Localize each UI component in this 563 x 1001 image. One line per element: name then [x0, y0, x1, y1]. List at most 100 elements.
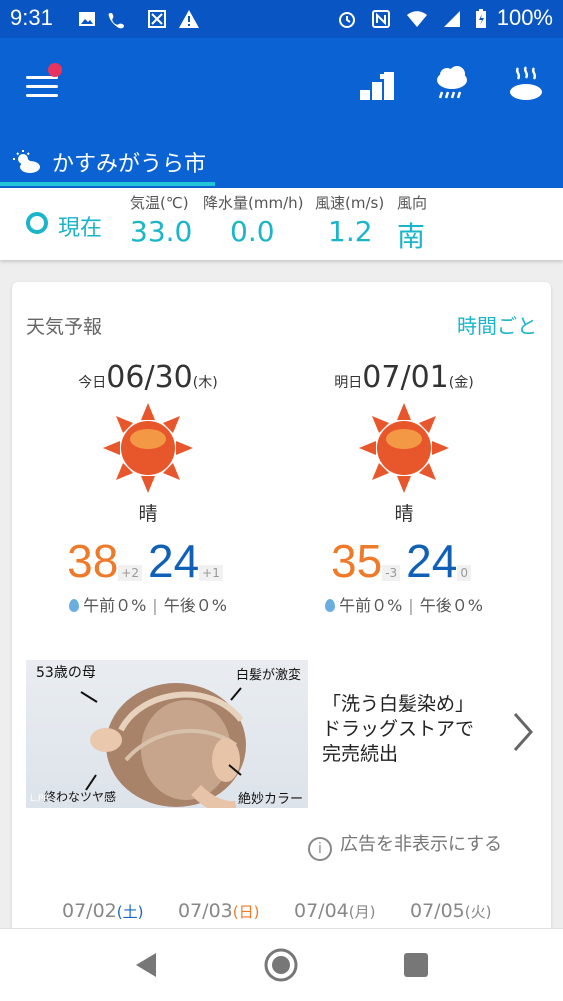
low-temp-diff: 0	[457, 565, 471, 581]
forecast-condition: 晴	[394, 503, 414, 525]
high-temp-diff: +2	[118, 565, 142, 581]
city-name: かすみがうら市	[52, 152, 207, 177]
nfc-icon	[370, 8, 392, 30]
low-temp: 24	[406, 535, 458, 587]
battery-percent: 100%	[496, 5, 553, 30]
image-icon	[76, 8, 98, 30]
weekly-date-weekday: (土)	[116, 903, 144, 921]
status-time: 9:31	[10, 5, 53, 30]
ad-caption: 絶妙カラー	[238, 792, 304, 807]
precip-chance: 午前０% | 午後０%	[28, 592, 268, 616]
high-temp: 38	[67, 535, 119, 587]
precip-am: 午前０%	[339, 596, 403, 615]
date-prefix: 明日	[334, 375, 363, 391]
warning-icon	[178, 8, 200, 30]
ad-image[interactable]: 53歳の母 白髪が激変 絶妙カラー 終わなツヤ感 L.PR	[26, 660, 308, 808]
ad-line: 完売続出	[322, 743, 399, 765]
metric-value: 0.0	[230, 215, 275, 248]
metric-label: 気温(℃)	[130, 194, 189, 212]
precip-pm: 午後０%	[419, 596, 483, 615]
ad-line: 「洗う白髪染め」	[322, 693, 475, 715]
wifi-calling-icon	[106, 8, 128, 30]
ad-caption: 53歳の母	[36, 665, 96, 681]
weekly-date-weekday: (火)	[464, 903, 492, 921]
weekly-date[interactable]: 07/02(土)	[62, 900, 143, 922]
weekly-date-value: 07/02	[62, 900, 117, 922]
sunny-icon	[103, 403, 193, 493]
precip-chance: 午前０% | 午後０%	[284, 592, 524, 616]
weekly-date[interactable]: 07/03(日)	[178, 900, 259, 922]
metric-value: 33.0	[130, 215, 193, 248]
ad-line: ドラッグストアで	[322, 718, 475, 740]
box-x-icon	[146, 8, 168, 30]
metric-label: 降水量(mm/h)	[203, 194, 304, 212]
metric-wind-direction: 風向 南	[397, 192, 427, 255]
metric-label: 風向	[397, 194, 428, 212]
ad-banner[interactable]: 53歳の母 白髪が激変 絶妙カラー 終わなツヤ感 L.PR 「洗う白髪染め」 ド…	[26, 660, 537, 808]
forecast-date: 明日07/01(金)	[284, 360, 524, 395]
sunny-icon	[359, 403, 449, 493]
weekly-date-value: 07/05	[410, 900, 465, 922]
chevron-right-icon[interactable]	[509, 710, 537, 754]
precip-am: 午前０%	[83, 596, 147, 615]
forecast-day-today[interactable]: 今日06/30(木) 晴 38 +2 24 +1 午前０% | 午後０%	[28, 360, 268, 616]
metric-temperature: 気温(℃) 33.0	[130, 192, 192, 248]
high-temp: 35	[331, 535, 383, 587]
ad-caption: 終わなツヤ感	[44, 790, 117, 804]
raindrop-icon	[325, 599, 336, 612]
high-temp-diff: -3	[382, 565, 401, 581]
weekly-date-value: 07/03	[178, 900, 233, 922]
battery-charging-icon	[470, 8, 492, 30]
date-value: 07/01	[362, 360, 449, 395]
home-icon[interactable]	[263, 947, 299, 983]
current-conditions: 現在 気温(℃) 33.0 降水量(mm/h) 0.0 風速(m/s) 1.2 …	[0, 188, 563, 260]
forecast-temps: 38 +2 24 +1	[28, 534, 268, 588]
date-weekday: (金)	[448, 375, 474, 391]
precip-pm: 午後０%	[163, 596, 227, 615]
forecast-temps: 35 -3 24 0	[284, 534, 524, 588]
notification-dot	[48, 63, 62, 77]
current-radio-icon	[26, 212, 48, 234]
tab-city[interactable]: かすみがうら市	[0, 138, 215, 186]
date-weekday: (木)	[192, 375, 218, 391]
app-bar: かすみがうら市	[0, 38, 563, 188]
ranking-icon[interactable]	[354, 62, 400, 108]
metric-precipitation: 降水量(mm/h) 0.0	[203, 192, 304, 248]
recents-icon[interactable]	[398, 947, 434, 983]
metric-wind-speed: 風速(m/s) 1.2	[315, 192, 384, 248]
forecast-title: 天気予報	[26, 316, 103, 338]
weekly-date-weekday: (日)	[232, 903, 260, 921]
low-temp-diff: +1	[199, 565, 223, 581]
wifi-icon	[406, 8, 428, 30]
hot-spring-icon[interactable]	[504, 62, 550, 108]
forecast-day-tomorrow[interactable]: 明日07/01(金) 晴 35 -3 24 0 午前０% | 午後０%	[284, 360, 524, 616]
alarm-icon	[336, 8, 358, 30]
ad-caption: 白髪が激変	[236, 668, 302, 683]
weekly-date[interactable]: 07/05(火)	[410, 900, 491, 922]
hourly-link[interactable]: 時間ごと	[457, 310, 537, 339]
weekly-date[interactable]: 07/04(月)	[294, 900, 375, 922]
info-icon: i	[308, 837, 332, 861]
system-nav-bar	[0, 928, 563, 1001]
current-label: 現在	[58, 216, 103, 241]
metric-label: 風速(m/s)	[315, 194, 385, 212]
weekly-date-weekday: (月)	[348, 903, 376, 921]
ad-text[interactable]: 「洗う白髪染め」 ドラッグストアで 完売続出	[322, 692, 502, 767]
partly-cloudy-icon	[13, 150, 40, 173]
hide-ad-button[interactable]: i 広告を非表示にする	[308, 830, 502, 861]
ad-pr-label: L.PR	[30, 794, 50, 804]
metric-value: 南	[397, 220, 426, 253]
back-icon[interactable]	[128, 947, 164, 983]
date-value: 06/30	[106, 360, 193, 395]
signal-icon	[440, 8, 462, 30]
metric-value: 1.2	[328, 215, 373, 248]
date-prefix: 今日	[78, 375, 107, 391]
raindrop-icon	[69, 599, 80, 612]
low-temp: 24	[148, 535, 200, 587]
forecast-date: 今日06/30(木)	[28, 360, 268, 395]
rain-cloud-icon[interactable]	[430, 62, 476, 108]
weekly-date-value: 07/04	[294, 900, 349, 922]
status-bar: 9:31 100%	[0, 0, 563, 38]
tab-indicator	[0, 182, 215, 186]
forecast-condition: 晴	[138, 503, 158, 525]
